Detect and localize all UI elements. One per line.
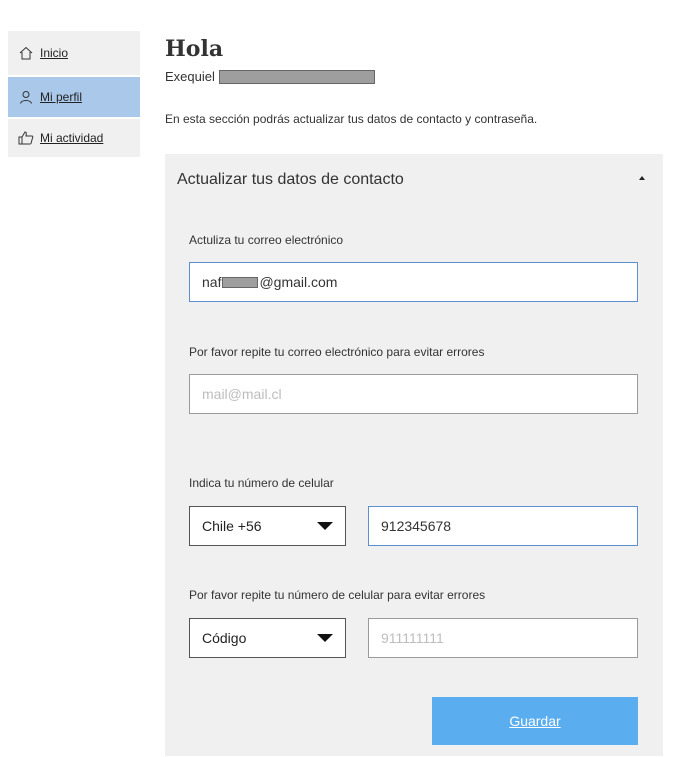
email-suffix: @gmail.com: [259, 274, 338, 290]
country-code-select[interactable]: Chile +56: [189, 506, 346, 546]
phone-repeat-field[interactable]: [368, 618, 638, 658]
country-code-value: Chile +56: [202, 518, 262, 534]
sidebar-item-label: Mi perfil: [40, 90, 83, 104]
country-code-repeat-value: Código: [202, 630, 247, 646]
page-title: Hola: [165, 36, 224, 62]
sidebar-item-mi-actividad[interactable]: Mi actividad: [8, 119, 140, 157]
panel-title[interactable]: Actualizar tus datos de contacto: [177, 171, 404, 189]
thumbs-up-icon: [18, 130, 34, 146]
contact-data-panel: Actualizar tus datos de contacto Actuliz…: [165, 154, 663, 756]
email-repeat-label: Por favor repite tu correo electrónico p…: [189, 345, 485, 359]
email-label: Actuliza tu correo electrónico: [189, 233, 344, 247]
sidebar: Inicio Mi perfil Mi actividad: [8, 31, 140, 159]
email-repeat-field[interactable]: [189, 374, 638, 414]
intro-text: En esta sección podrás actualizar tus da…: [165, 112, 538, 126]
redacted-surname: [218, 69, 375, 84]
phone-repeat-label: Por favor repite tu número de celular pa…: [189, 588, 486, 602]
phone-field[interactable]: [368, 506, 638, 546]
email-field[interactable]: naf @gmail.com: [189, 262, 638, 302]
sidebar-item-mi-perfil[interactable]: Mi perfil: [8, 77, 140, 117]
user-first-name: Exequiel: [165, 69, 215, 84]
save-button[interactable]: Guardar: [432, 697, 638, 745]
user-name: Exequiel: [165, 69, 375, 84]
home-icon: [18, 45, 34, 61]
sidebar-item-label: Mi actividad: [40, 131, 104, 145]
chevron-down-icon: [317, 634, 333, 642]
sidebar-item-label: Inicio: [40, 46, 69, 60]
sidebar-item-inicio[interactable]: Inicio: [8, 31, 140, 75]
country-code-repeat-select[interactable]: Código: [189, 618, 346, 658]
person-icon: [18, 89, 34, 105]
collapse-caret-icon[interactable]: [639, 176, 645, 180]
phone-label: Indica tu número de celular: [189, 476, 334, 490]
chevron-down-icon: [317, 522, 333, 530]
email-prefix: naf: [202, 274, 222, 290]
redacted-email-part: [222, 276, 259, 288]
